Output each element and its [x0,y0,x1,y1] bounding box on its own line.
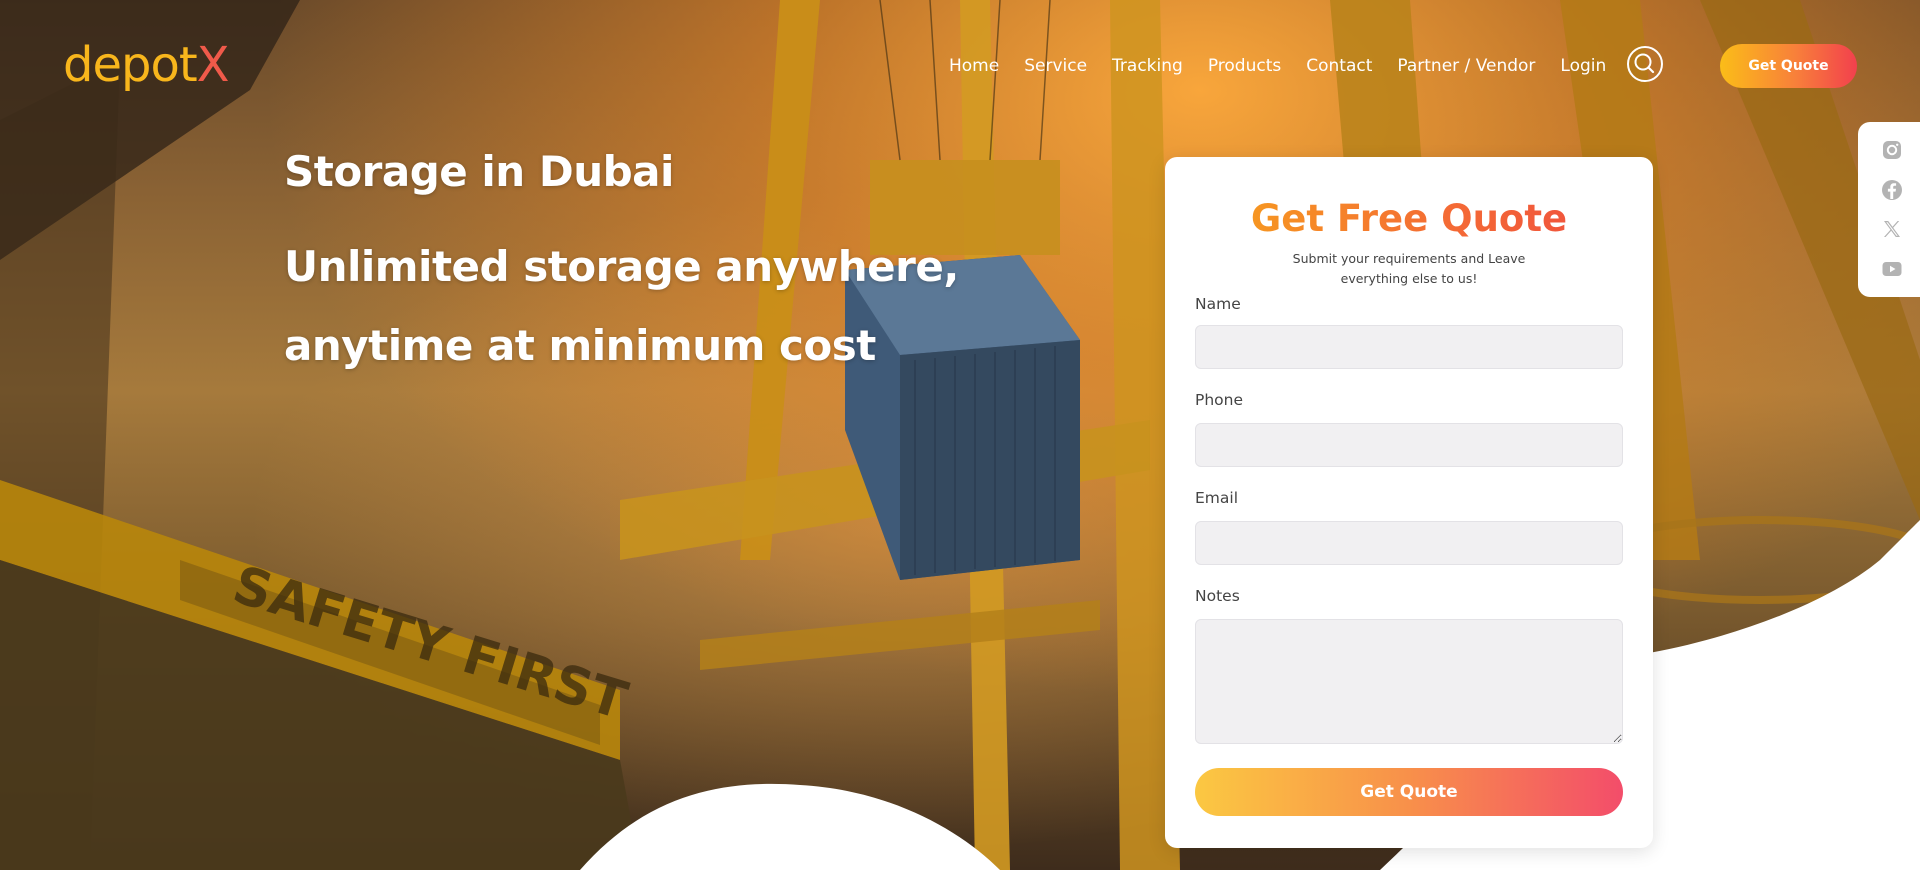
hero-headline-line1: Storage in Dubai [284,147,674,196]
nav-item-partner-vendor[interactable]: Partner / Vendor [1397,54,1535,78]
nav-item-tracking[interactable]: Tracking [1112,54,1183,78]
nav-item-service[interactable]: Service [1024,54,1087,78]
hero-headline-line3: anytime at minimum cost [284,321,876,370]
email-field[interactable] [1195,521,1623,565]
quote-form-card: Get Free Quote Submit your requirements … [1165,157,1653,848]
name-label: Name [1195,295,1241,313]
name-field[interactable] [1195,325,1623,369]
email-label: Email [1195,489,1239,507]
name-field-group: Name [1195,293,1623,369]
logo-text-part3: X [196,37,230,93]
phone-field-group: Phone [1195,389,1623,467]
logo[interactable]: dep ot X [63,37,230,93]
nav-item-home[interactable]: Home [949,54,999,78]
notes-field[interactable] [1195,619,1623,744]
youtube-icon[interactable] [1880,257,1904,281]
nav-item-login[interactable]: Login [1560,54,1606,78]
notes-label: Notes [1195,587,1240,605]
instagram-icon[interactable] [1880,138,1904,162]
phone-field[interactable] [1195,423,1623,467]
search-button[interactable] [1627,46,1663,82]
x-twitter-icon[interactable] [1880,217,1904,241]
main-nav: Home Service Tracking Products Contact P… [949,54,1631,78]
quote-form-title: Get Free Quote [1195,197,1623,241]
phone-label: Phone [1195,391,1244,409]
nav-item-contact[interactable]: Contact [1306,54,1372,78]
logo-text-part2: ot [150,37,197,93]
logo-text-part1: dep [63,37,151,93]
notes-field-group: Notes [1195,585,1623,744]
nav-item-products[interactable]: Products [1208,54,1281,78]
hero-headline: Storage in Dubai Unlimited storage anywh… [284,148,959,385]
search-icon [1634,53,1655,74]
quote-form-subtitle: Submit your requirements and Leave every… [1292,251,1526,286]
email-field-group: Email [1195,487,1623,565]
facebook-icon[interactable] [1880,178,1904,202]
header-get-quote-button[interactable]: Get Quote [1720,44,1857,88]
hero-section: SAFETY FIRST dep ot X Home Service Track… [0,0,1920,870]
social-sidebar [1858,122,1920,297]
get-quote-submit-button[interactable]: Get Quote [1195,768,1623,816]
hero-headline-line2: Unlimited storage anywhere, [284,242,959,291]
